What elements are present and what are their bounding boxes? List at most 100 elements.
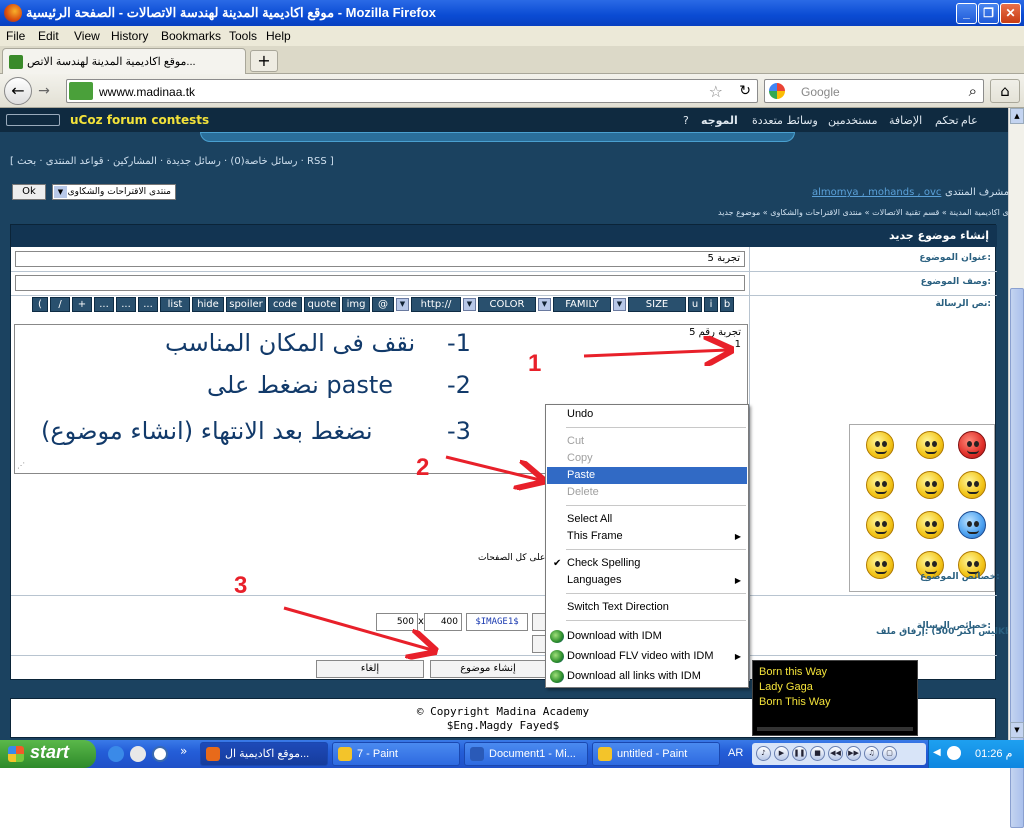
resize-grip-icon[interactable]: ⋰ (17, 461, 25, 470)
scroll-up-icon[interactable]: ▲ (1010, 108, 1024, 124)
cold-emoticon-icon[interactable] (958, 511, 986, 539)
image-tag-button[interactable]: $IMAGE1$ (466, 613, 528, 631)
menu-help[interactable]: Help (266, 29, 291, 43)
toolbar-button-7[interactable]: @ (372, 297, 394, 312)
toolbar-button-13[interactable]: list (160, 297, 190, 312)
menu-paste[interactable]: Paste (547, 467, 747, 484)
toolbar-button-3[interactable]: SIZE (628, 297, 686, 312)
menu-file[interactable]: File (6, 29, 25, 43)
menu-download-idm[interactable]: Download with IDM (547, 628, 747, 645)
surprised-emoticon-icon[interactable] (916, 471, 944, 499)
chevron-down-icon[interactable]: ▼ (396, 298, 409, 311)
network-icon[interactable] (947, 746, 961, 760)
toolbar-button-17[interactable]: + (72, 297, 92, 312)
tray-expand-icon[interactable]: ◀ (933, 747, 941, 758)
toolbar-button-5[interactable]: COLOR (478, 297, 536, 312)
new-tab-button[interactable]: + (250, 50, 278, 72)
menu-copy[interactable]: Copy (547, 450, 747, 467)
menu-check-spelling[interactable]: ✔ Check Spelling (547, 555, 747, 572)
menu-switch-text-direction[interactable]: Switch Text Direction (547, 599, 747, 616)
toolbar-button-11[interactable]: spoiler (226, 297, 266, 312)
media-player-icon[interactable] (152, 746, 168, 762)
chevron-down-icon[interactable]: ▼ (463, 298, 476, 311)
nav-guide[interactable]: الموجه (701, 114, 738, 127)
menu-this-frame[interactable]: This Frame ▶ (547, 528, 747, 545)
start-button[interactable]: start (0, 740, 96, 768)
next-icon[interactable]: ▶▶ (846, 746, 861, 761)
create-topic-button[interactable]: إنشاء موضوع (430, 660, 546, 678)
menu-download-flv-idm[interactable]: Download FLV video with IDM ▶ (547, 648, 747, 665)
scroll-down-icon[interactable]: ▼ (1010, 722, 1024, 738)
nav-control[interactable]: تحكم (935, 114, 959, 127)
search-icon[interactable]: ⌕ (969, 82, 977, 100)
menu-edit[interactable]: Edit (38, 29, 59, 43)
nav-general[interactable]: عام (961, 114, 978, 127)
mute-icon[interactable]: ♫ (864, 746, 879, 761)
menu-history[interactable]: History (111, 29, 148, 43)
sad-emoticon-icon[interactable] (958, 471, 986, 499)
breadcrumb[interactable]: منتدى اكاديمية المدينة » قسم تقنية الاتص… (718, 208, 1008, 217)
wink-emoticon-icon[interactable] (866, 431, 894, 459)
toolbar-button-2[interactable]: u (688, 297, 702, 312)
taskbar-item-word[interactable]: Document1 - Mi... (464, 742, 588, 766)
toolbar-button-15[interactable]: ... (116, 297, 136, 312)
image-width-input[interactable]: 500 (376, 613, 418, 631)
menu-bookmarks[interactable]: Bookmarks (161, 29, 221, 43)
bookmark-star-icon[interactable]: ☆ (709, 82, 723, 101)
ie-icon[interactable] (108, 746, 124, 762)
nav-help[interactable]: ? (683, 114, 689, 127)
sick-emoticon-icon[interactable] (866, 551, 894, 579)
nav-multimedia[interactable]: وسائط متعددة (752, 114, 818, 127)
chevron-down-icon[interactable]: ▼ (538, 298, 551, 311)
url-bar[interactable]: wwww.madinaa.tk ☆ ↻ (66, 79, 758, 103)
menu-delete[interactable]: Delete (547, 484, 747, 501)
site-identity-icon[interactable] (69, 82, 93, 100)
restore-player-icon[interactable]: ▢ (882, 746, 897, 761)
menu-view[interactable]: View (74, 29, 100, 43)
taskbar-item-firefox[interactable]: موقع اكاديمية ال... (200, 742, 328, 766)
back-button[interactable]: ← (4, 77, 32, 105)
pause-icon[interactable]: ❚❚ (792, 746, 807, 761)
maximize-button[interactable]: ❐ (978, 3, 999, 24)
menu-select-all[interactable]: Select All (547, 511, 747, 528)
cancel-button[interactable]: إلغاء (316, 660, 424, 678)
grin-emoticon-icon[interactable] (916, 431, 944, 459)
playback-progress[interactable] (757, 727, 913, 731)
toolbar-button-1[interactable]: i (704, 297, 718, 312)
clock[interactable]: 01:26 م (975, 747, 1012, 760)
image-height-input[interactable]: 400 (424, 613, 462, 631)
forum-select[interactable]: ▼ منتدى الاقتراحات والشكاوى (52, 184, 176, 200)
taskbar-item-paint-7[interactable]: 7 - Paint (332, 742, 460, 766)
minimize-button[interactable]: _ (956, 3, 977, 24)
teeth-emoticon-icon[interactable] (866, 471, 894, 499)
chevron-down-icon[interactable]: ▼ (613, 298, 626, 311)
toolbar-button-8[interactable]: img (342, 297, 370, 312)
toolbar-button-18[interactable]: / (50, 297, 70, 312)
nav-add[interactable]: الإضافة (889, 114, 922, 127)
home-button[interactable]: ⌂ (990, 79, 1020, 103)
taskbar-item-paint-untitled[interactable]: untitled - Paint (592, 742, 720, 766)
grip-icon[interactable] (6, 114, 60, 126)
play-icon[interactable]: ▶ (774, 746, 789, 761)
tab-active[interactable]: موقع اكاديمية المدينة لهندسة الاتص... (2, 48, 246, 74)
toolbar-button-14[interactable]: ... (138, 297, 158, 312)
toolbar-button-4[interactable]: FAMILY (553, 297, 611, 312)
language-indicator[interactable]: AR (728, 747, 743, 759)
contest-link[interactable]: uCoz forum contests (70, 113, 209, 127)
shocked-emoticon-icon[interactable] (866, 511, 894, 539)
chevron-right-icon[interactable]: » (180, 744, 187, 758)
menu-cut[interactable]: Cut (547, 433, 747, 450)
nav-users[interactable]: مستخدمين (828, 114, 877, 127)
menu-download-all-idm[interactable]: Download all links with IDM (547, 668, 747, 685)
toolbar-button-16[interactable]: ... (94, 297, 114, 312)
smile-emoticon-icon[interactable] (916, 511, 944, 539)
title-input[interactable]: تجربة 5 (15, 251, 745, 267)
toolbar-button-12[interactable]: hide (192, 297, 224, 312)
player-logo-icon[interactable]: ♪ (756, 746, 771, 761)
toolbar-button-9[interactable]: quote (304, 297, 340, 312)
window-title-bar[interactable]: موقع اكاديمية المدينة لهندسة الاتصالات -… (0, 0, 1024, 26)
stop-icon[interactable]: ■ (810, 746, 825, 761)
ok-button[interactable]: Ok (12, 184, 46, 200)
vertical-scrollbar[interactable]: ▲ ▼ (1008, 108, 1024, 828)
close-button[interactable]: ✕ (1000, 3, 1021, 24)
